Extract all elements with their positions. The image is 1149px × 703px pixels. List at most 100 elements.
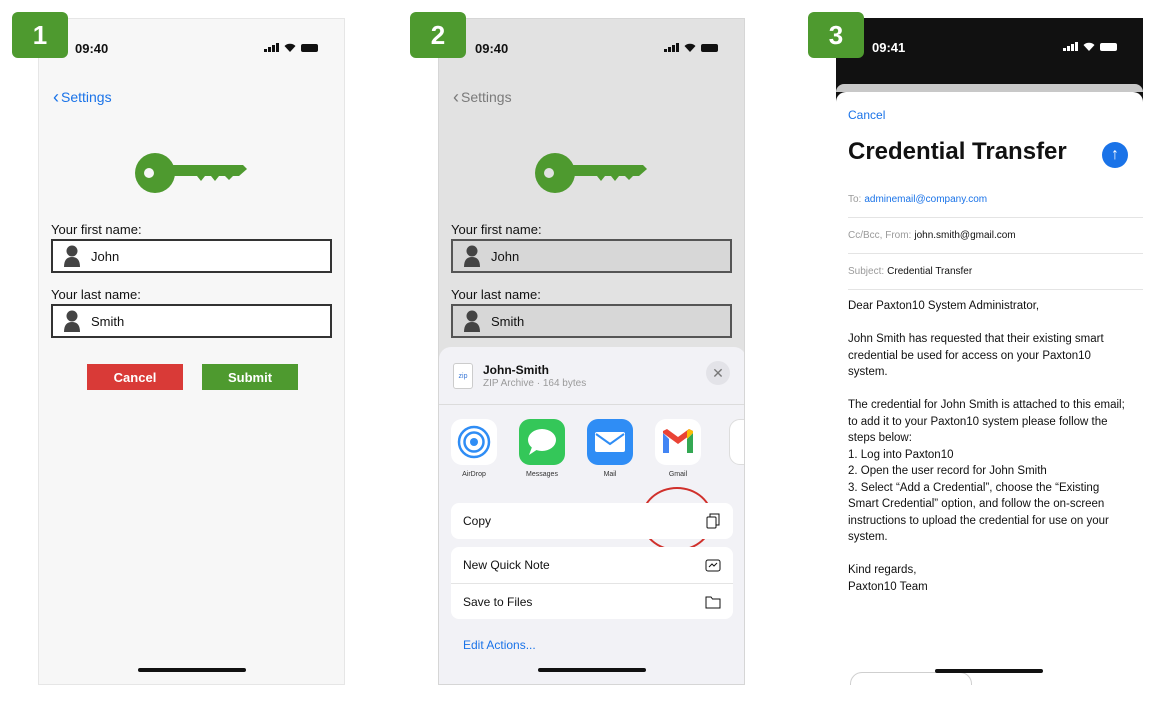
share-sheet-header: zip John-Smith ZIP Archive · 164 bytes ✕	[439, 347, 744, 405]
last-name-field[interactable]: Smith	[51, 304, 332, 338]
first-name-field[interactable]: John	[451, 239, 732, 273]
save-files-label: Save to Files	[463, 594, 533, 609]
subject-field[interactable]: Subject: Credential Transfer	[848, 254, 1143, 290]
home-indicator[interactable]	[538, 668, 646, 672]
person-icon	[464, 245, 480, 267]
status-icons	[264, 43, 318, 52]
copy-label: Copy	[463, 514, 492, 528]
status-time: 09:40	[475, 41, 509, 56]
send-button[interactable]: ↑	[1102, 142, 1128, 168]
share-app-label: Messages	[526, 471, 558, 478]
body-signoff: Kind regards,	[848, 564, 917, 576]
subject-label: Subject:	[848, 266, 885, 277]
first-name-value: John	[91, 248, 120, 264]
person-icon	[64, 310, 80, 332]
last-name-value: Smith	[91, 313, 125, 329]
settings-back-link[interactable]: ‹ Settings	[453, 87, 512, 107]
body-paragraph-1: John Smith has requested that their exis…	[848, 333, 1104, 378]
home-indicator[interactable]	[138, 668, 246, 672]
share-sheet: zip John-Smith ZIP Archive · 164 bytes ✕…	[439, 347, 744, 684]
status-time: 09:41	[872, 40, 906, 55]
shared-file-info: ZIP Archive · 164 bytes	[483, 378, 587, 389]
status-bar: 09:40	[439, 19, 744, 63]
close-icon: ✕	[712, 364, 724, 381]
shared-file-name: John-Smith	[483, 363, 549, 377]
airdrop-icon	[457, 425, 491, 459]
quick-note-icon	[705, 559, 721, 572]
chevron-left-icon: ‹	[53, 87, 59, 107]
body-step-3: 3. Select “Add a Credential”, choose the…	[848, 481, 1109, 544]
battery-icon	[301, 44, 318, 52]
save-to-files-action[interactable]: Save to Files	[451, 583, 733, 619]
body-step-1: 1. Log into Paxton10	[848, 448, 954, 461]
new-quick-note-action[interactable]: New Quick Note	[451, 547, 733, 583]
body-step-2: 2. Open the user record for John Smith	[848, 465, 1047, 477]
home-indicator[interactable]	[935, 669, 1043, 673]
body-greeting: Dear Paxton10 System Administrator,	[848, 300, 1040, 312]
gmail-icon	[663, 429, 693, 453]
step-badge-2: 2	[410, 12, 466, 58]
phone-screen-3: 09:41 Cancel Credential Transfer ↑ To: a…	[836, 18, 1143, 685]
wifi-icon	[1083, 42, 1095, 51]
cc-from-field[interactable]: Cc/Bcc, From: john.smith@gmail.com	[848, 218, 1143, 254]
copy-action[interactable]: Copy	[451, 503, 733, 539]
share-app-row: AirDrop Messages Mail Gmail	[439, 419, 744, 551]
instruction-stage: 1 2 3 09:40 ‹ Settings Your first name: …	[0, 0, 1149, 703]
cc-value: john.smith@gmail.com	[914, 230, 1016, 241]
close-share-sheet-button[interactable]: ✕	[706, 361, 730, 385]
wifi-icon	[284, 43, 296, 52]
body-paragraph-2: The credential for John Smith is attache…	[848, 399, 1125, 444]
wifi-icon	[684, 43, 696, 52]
signal-icon	[1063, 42, 1078, 51]
subject-value: Credential Transfer	[887, 266, 973, 277]
key-icon	[135, 153, 247, 193]
body-team: Paxton10 Team	[848, 580, 928, 593]
first-name-value: John	[491, 248, 520, 264]
chevron-left-icon: ‹	[453, 87, 459, 107]
step-badge-1: 1	[12, 12, 68, 58]
battery-icon	[1100, 43, 1117, 51]
folder-icon	[705, 596, 721, 608]
person-icon	[64, 245, 80, 267]
status-icons	[1063, 42, 1117, 51]
back-label: Settings	[461, 89, 512, 105]
step-badge-3: 3	[808, 12, 864, 58]
attachment-thumbnail[interactable]	[850, 672, 972, 685]
submit-button[interactable]: Submit	[202, 364, 298, 390]
share-app-messages[interactable]: Messages	[515, 419, 569, 478]
cancel-button[interactable]: Cancel	[87, 364, 183, 390]
status-time: 09:40	[75, 41, 109, 56]
status-bar: 09:41	[836, 18, 1143, 62]
back-label: Settings	[61, 89, 112, 105]
last-name-value: Smith	[491, 313, 525, 329]
email-compose: Cancel Credential Transfer ↑ To: adminem…	[836, 92, 1143, 685]
email-cancel-button[interactable]: Cancel	[848, 108, 885, 122]
email-body[interactable]: Dear Paxton10 System Administrator, John…	[848, 298, 1133, 595]
phone-screen-1: 09:40 ‹ Settings Your first name: John Y…	[38, 18, 345, 685]
signal-icon	[664, 43, 679, 52]
signal-icon	[264, 43, 279, 52]
edit-actions-link[interactable]: Edit Actions...	[451, 627, 733, 663]
share-app-notes-partial[interactable]	[725, 419, 744, 465]
first-name-field[interactable]: John	[51, 239, 332, 273]
battery-icon	[701, 44, 718, 52]
zip-file-icon: zip	[453, 363, 473, 389]
share-app-label: Mail	[603, 471, 617, 478]
quick-note-label: New Quick Note	[463, 558, 550, 572]
messages-icon	[528, 429, 556, 455]
phone-screen-2: 09:40 ‹ Settings Your first name: John Y…	[438, 18, 745, 685]
share-app-gmail[interactable]: Gmail	[651, 419, 705, 478]
to-field[interactable]: To: adminemail@company.com	[848, 182, 1143, 218]
last-name-field[interactable]: Smith	[451, 304, 732, 338]
first-name-label: Your first name:	[51, 222, 142, 237]
share-app-airdrop[interactable]: AirDrop	[447, 419, 501, 478]
status-bar: 09:40	[39, 19, 344, 63]
arrow-up-icon: ↑	[1111, 146, 1119, 163]
sheet-stack-edge	[836, 84, 1143, 92]
settings-back-link[interactable]: ‹ Settings	[53, 87, 112, 107]
last-name-label: Your last name:	[451, 287, 541, 302]
share-app-mail[interactable]: Mail	[583, 419, 637, 478]
first-name-label: Your first name:	[451, 222, 542, 237]
status-icons	[664, 43, 718, 52]
last-name-label: Your last name:	[51, 287, 141, 302]
